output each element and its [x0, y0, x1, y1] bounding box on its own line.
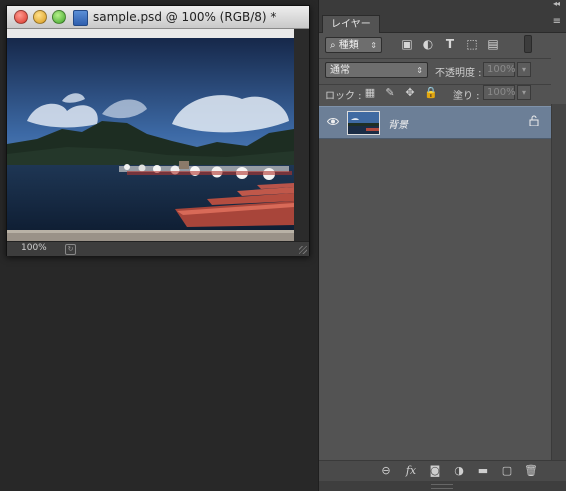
collapse-panel-icon[interactable]: ◂◂	[553, 0, 560, 8]
opacity-label: 不透明度 :	[435, 68, 482, 79]
zoom-window-button[interactable]	[52, 10, 66, 24]
layer-thumbnail	[347, 111, 380, 135]
visibility-eye-icon[interactable]	[326, 116, 340, 129]
updown-arrow-icon: ⇕	[370, 41, 377, 50]
filter-kind-dropdown[interactable]: ⌕ 種類 ⇕	[325, 37, 382, 53]
layers-list: 背景	[319, 104, 551, 460]
close-window-button[interactable]	[14, 10, 28, 24]
panel-resize-grip-icon[interactable]	[431, 484, 453, 489]
trash-icon[interactable]: 🗑	[524, 464, 538, 478]
new-group-folder-icon[interactable]: ▬	[476, 464, 490, 478]
opacity-dropdown-button[interactable]: ▾	[517, 62, 531, 77]
filter-toggle-switch[interactable]	[524, 35, 532, 53]
fill-field[interactable]: 100%	[483, 85, 516, 100]
adjustment-filter-icon[interactable]: ◐	[421, 37, 435, 51]
filter-row: ⌕ 種類 ⇕ ▣ ◐ T ⬚ ▤	[319, 32, 551, 59]
smart-object-filter-icon[interactable]: ▤	[486, 37, 500, 51]
filter-kind-label: 種類	[338, 40, 359, 51]
lock-position-icon[interactable]: ✥	[404, 87, 416, 99]
resize-grip-icon[interactable]	[299, 246, 307, 254]
document-title: sample.psd @ 100% (RGB/8) *	[93, 10, 277, 24]
zoom-level[interactable]: 100%	[21, 243, 47, 253]
canvas-photo	[7, 29, 309, 241]
document-status-bar: 100% ↻	[7, 241, 309, 256]
lock-transparent-pixels-icon[interactable]: ▦	[364, 87, 376, 99]
fill-dropdown-button[interactable]: ▾	[517, 85, 531, 100]
shape-filter-icon[interactable]: ⬚	[465, 37, 479, 51]
document-window: sample.psd @ 100% (RGB/8) * 100% ↻	[6, 5, 310, 256]
minimize-window-button[interactable]	[33, 10, 47, 24]
layers-bottom-bar: ⊖ fx ◙ ◑ ▬ ▢ 🗑	[319, 460, 566, 481]
layer-lock-icon[interactable]	[529, 115, 539, 129]
blend-row: 通常 ⇕ 不透明度 : 100% ▾	[319, 58, 551, 85]
layers-panel: ◂◂ レイヤー ≡ ⌕ 種類 ⇕ ▣ ◐ T ⬚ ▤ 通常 ⇕ 不透明度 : 1…	[318, 0, 566, 491]
add-mask-icon[interactable]: ◙	[428, 464, 442, 478]
new-adjustment-layer-icon[interactable]: ◑	[452, 464, 466, 478]
fx-icon[interactable]: fx	[404, 464, 418, 478]
updown-arrow-icon: ⇕	[416, 66, 423, 75]
status-info-icon[interactable]: ↻	[65, 244, 76, 255]
layers-scrollbar[interactable]	[551, 104, 566, 460]
document-titlebar[interactable]: sample.psd @ 100% (RGB/8) *	[7, 6, 309, 29]
psd-file-icon	[73, 10, 88, 26]
layer-row[interactable]: 背景	[319, 106, 551, 139]
new-layer-icon[interactable]: ▢	[500, 464, 514, 478]
panel-menu-icon[interactable]: ≡	[553, 16, 561, 27]
panel-topbar: ◂◂	[319, 0, 566, 11]
blend-mode-dropdown[interactable]: 通常 ⇕	[325, 62, 428, 78]
lock-image-pixels-icon[interactable]: ✎	[384, 87, 396, 99]
lock-label: ロック :	[325, 91, 362, 102]
type-filter-icon[interactable]: T	[443, 37, 457, 51]
panel-tab-row: レイヤー ≡	[319, 11, 566, 33]
tab-layers[interactable]: レイヤー	[322, 15, 380, 33]
pixel-filter-icon[interactable]: ▣	[400, 37, 414, 51]
panel-footer	[319, 481, 566, 491]
layer-name[interactable]: 背景	[388, 116, 408, 131]
fill-label: 塗り :	[453, 91, 480, 102]
blend-mode-value: 通常	[330, 65, 350, 76]
document-canvas[interactable]	[7, 29, 309, 241]
lock-row: ロック : ▦ ✎ ✥ 🔒 塗り : 100% ▾	[319, 84, 551, 103]
lock-all-icon[interactable]: 🔒	[424, 87, 438, 99]
link-layers-icon[interactable]: ⊖	[379, 464, 393, 478]
search-icon: ⌕	[330, 40, 336, 51]
opacity-field[interactable]: 100%	[483, 62, 516, 77]
